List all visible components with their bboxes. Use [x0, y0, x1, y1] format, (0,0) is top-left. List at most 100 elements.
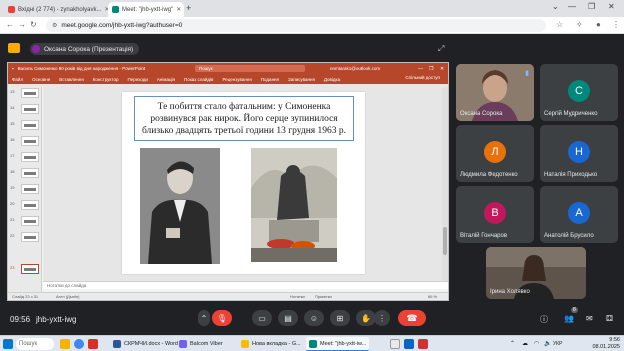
- window-close-icon[interactable]: ✕: [608, 2, 615, 11]
- forward-icon[interactable]: →: [18, 20, 26, 29]
- language-indicator[interactable]: УКР: [553, 341, 562, 347]
- avatar: Л: [484, 141, 506, 163]
- slide-thumbnail[interactable]: [21, 200, 39, 210]
- emoji-icon: ☺: [309, 313, 319, 323]
- cloud-icon[interactable]: ☁: [522, 340, 528, 347]
- slide-scrollbar[interactable]: [442, 87, 448, 281]
- ribbon-tab[interactable]: Подання: [261, 77, 279, 82]
- leave-call-button[interactable]: ☎: [398, 310, 426, 326]
- taskbar-app-word[interactable]: СКРМЧИ.docx - Word: [110, 337, 181, 351]
- minimize-icon[interactable]: —: [418, 66, 423, 72]
- tab-meet[interactable]: Meet: "jhb-yxtt-iwg" ✕: [108, 2, 184, 17]
- ribbon-tab[interactable]: Записування: [288, 77, 315, 82]
- ribbon-tab[interactable]: Основне: [32, 77, 50, 82]
- share-button[interactable]: Спільний доступ: [405, 75, 440, 80]
- slide-thumbnail[interactable]: [21, 168, 39, 178]
- taskbar-app-meet[interactable]: Meet: "jhb-yxtt-iw...: [306, 337, 370, 351]
- notes-pane[interactable]: Нотатки до слайда: [43, 281, 448, 289]
- activities-icon[interactable]: ⚃: [606, 314, 613, 323]
- close-icon[interactable]: ✕: [173, 6, 181, 13]
- slide-thumbnails-pane: 13 14 15 16 17 18 19 20 21 22 23: [8, 87, 42, 296]
- raise-hand-button[interactable]: ✋: [356, 310, 376, 326]
- site-info-icon[interactable]: ⚙: [52, 22, 57, 29]
- chrome-icon[interactable]: [74, 339, 84, 349]
- ribbon-tab[interactable]: Конструктор: [93, 77, 119, 82]
- more-options-button[interactable]: ⋮: [374, 310, 390, 326]
- mic-off-icon: 🎙: [216, 313, 228, 323]
- participant-tile[interactable]: Л Людмила Федотенко: [456, 125, 534, 182]
- ribbon-tab[interactable]: Анімація: [157, 77, 175, 82]
- slide-thumbnail[interactable]: [21, 136, 39, 146]
- notes-button[interactable]: Нотатки: [290, 294, 305, 299]
- hand-icon: ✋: [361, 313, 371, 323]
- self-view-tile[interactable]: Ірина Холявко: [486, 247, 586, 299]
- audio-options-button[interactable]: ⌃: [198, 310, 210, 326]
- save-icon[interactable]: ▪: [12, 66, 14, 71]
- participant-tile[interactable]: С Сергій Мудриченко: [540, 64, 618, 121]
- taskbar-app-viber[interactable]: Balcom Viber: [176, 337, 226, 351]
- zoom-level[interactable]: 66 %: [428, 294, 437, 299]
- minimize-icon[interactable]: —: [568, 2, 576, 11]
- bookmark-star-icon[interactable]: ☆: [556, 20, 563, 29]
- slide-thumbnail[interactable]: [21, 152, 39, 162]
- ribbon-tab[interactable]: Довідка: [324, 77, 340, 82]
- tab-gmail[interactable]: Вхідні (2 774) - zynakholyavk... ✕: [4, 2, 108, 17]
- reload-icon[interactable]: ↻: [30, 20, 37, 29]
- windows-start-icon[interactable]: [3, 339, 13, 349]
- info-icon[interactable]: ⓘ: [540, 314, 548, 325]
- slide-thumbnail[interactable]: [21, 88, 39, 98]
- reactions-button[interactable]: ☺: [304, 310, 324, 326]
- slide-thumbnail[interactable]: [21, 184, 39, 194]
- presenter-chip[interactable]: Оксана Сорока (Презентація): [30, 43, 140, 55]
- chat-icon[interactable]: ✉: [586, 314, 593, 323]
- slide-thumbnail-selected[interactable]: [21, 264, 39, 274]
- menu-kebab-icon[interactable]: ⋮: [612, 20, 620, 29]
- maximize-icon[interactable]: ❐: [429, 66, 433, 72]
- slide-thumbnail[interactable]: [21, 232, 39, 242]
- profile-icon[interactable]: ●: [596, 20, 601, 29]
- slide-thumbnail[interactable]: [21, 120, 39, 130]
- powerpoint-search[interactable]: Пошук: [195, 65, 305, 72]
- address-bar[interactable]: ⚙ meet.google.com/jhb-yxtt-iwg?authuser=…: [46, 19, 546, 32]
- ribbon-tab[interactable]: Файл: [12, 77, 23, 82]
- camera-icon: ▭: [258, 313, 266, 323]
- ribbon-tab[interactable]: Переходи: [127, 77, 147, 82]
- thumb-number: 16: [10, 137, 15, 142]
- app-icon[interactable]: [390, 339, 400, 349]
- participant-tile-video[interactable]: Оксана Сорока ▮: [456, 64, 534, 121]
- volume-icon[interactable]: 🔈: [544, 340, 551, 347]
- thumb-number: 21: [10, 217, 15, 222]
- taskbar-search[interactable]: Пошук: [16, 338, 54, 350]
- camera-button[interactable]: ▭: [252, 310, 272, 326]
- file-explorer-icon[interactable]: [60, 339, 70, 349]
- slide-text-box[interactable]: Те побиття стало фатальним: у Симоненка …: [134, 96, 354, 141]
- back-icon[interactable]: ←: [6, 20, 14, 29]
- fullscreen-icon[interactable]: ⤢: [438, 44, 444, 54]
- participant-tile[interactable]: В Віталій Гончаров: [456, 186, 534, 243]
- participant-tile[interactable]: Н Наталія Приходько: [540, 125, 618, 182]
- wifi-icon[interactable]: ◠: [534, 340, 539, 347]
- participant-tile[interactable]: А Анатолій Брусило: [540, 186, 618, 243]
- app-icon[interactable]: [418, 339, 428, 349]
- slide-thumbnail[interactable]: [21, 216, 39, 226]
- chevron-up-icon: ⌃: [200, 313, 208, 323]
- people-icon[interactable]: 👥: [564, 314, 574, 323]
- ribbon-tab[interactable]: Рецензування: [222, 77, 251, 82]
- taskbar-app-chrome-newtab[interactable]: Нова вкладка - G...: [238, 337, 304, 351]
- app-icon[interactable]: [88, 339, 98, 349]
- mic-button[interactable]: 🎙: [212, 310, 232, 326]
- tray-chevron-icon[interactable]: ⌃: [510, 340, 515, 347]
- captions-button[interactable]: ▤: [278, 310, 298, 326]
- slide-thumbnail[interactable]: [21, 104, 39, 114]
- maximize-icon[interactable]: ❐: [588, 2, 595, 11]
- present-button[interactable]: ⊞: [330, 310, 350, 326]
- app-icon[interactable]: [404, 339, 414, 349]
- tab-search-icon[interactable]: ⌄: [552, 2, 559, 11]
- comments-button[interactable]: Примітки: [315, 294, 332, 299]
- window-close-icon[interactable]: ✕: [440, 66, 444, 72]
- new-tab-button[interactable]: +: [186, 3, 191, 13]
- ribbon-tab[interactable]: Показ слайдів: [184, 77, 213, 82]
- ribbon-tab[interactable]: Вставлення: [59, 77, 84, 82]
- extensions-icon[interactable]: ✧: [576, 20, 583, 29]
- taskbar-clock[interactable]: 9:56 08.01.2025: [592, 337, 620, 350]
